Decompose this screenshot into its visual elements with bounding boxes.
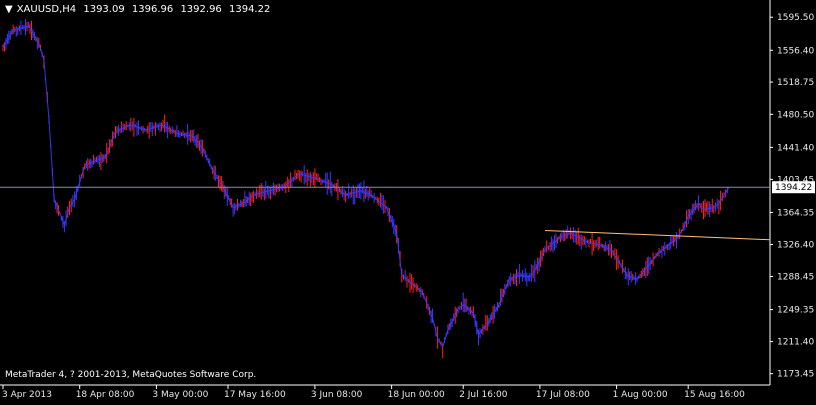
x-tick-label: 2 Jul 16:00 <box>459 390 508 400</box>
y-tick-label: 1249.35 <box>777 306 814 316</box>
current-price-label: 1394.22 <box>775 183 812 193</box>
close-value: 1394.22 <box>228 4 271 15</box>
x-tick-label: 1 Aug 00:00 <box>613 390 668 400</box>
y-tick-label: 1326.40 <box>777 240 814 250</box>
copyright-text: MetaTrader 4, ? 2001-2013, MetaQuotes So… <box>5 370 257 380</box>
high-value: 1396.96 <box>131 4 174 15</box>
x-tick-label: 17 May 16:00 <box>224 390 286 400</box>
x-tick-label: 3 Apr 2013 <box>2 390 52 400</box>
x-tick-label: 15 Aug 16:00 <box>684 390 745 400</box>
price-chart[interactable]: 1595.501556.401518.751480.501441.401403.… <box>0 0 816 401</box>
symbol-label: XAUUSD,H4 <box>16 4 77 15</box>
y-tick-label: 1441.40 <box>777 143 814 153</box>
y-tick-label: 1173.45 <box>777 370 814 380</box>
y-tick-label: 1288.45 <box>777 273 814 283</box>
low-value: 1392.96 <box>180 4 222 15</box>
y-tick-label: 1480.50 <box>777 110 814 120</box>
chart-title: ▼ XAUUSD,H4 1393.09 1396.96 1392.96 1394.… <box>5 4 274 15</box>
y-tick-label: 1518.75 <box>777 78 814 88</box>
x-tick-label: 3 May 00:00 <box>152 390 208 400</box>
chart-window[interactable]: 1595.50 1556.40 1518.75 1480.50 1441.40 1403.… <box>0 0 816 401</box>
y-tick-label: 1211.40 <box>777 338 814 348</box>
x-tick-label: 17 Jul 08:00 <box>536 390 590 400</box>
chart-menu-icon[interactable]: ▼ <box>5 4 13 15</box>
x-tick-label: 18 Jun 00:00 <box>388 390 445 400</box>
price-series-line <box>2 25 730 349</box>
y-tick-label: 1364.35 <box>777 208 814 218</box>
x-tick-label: 3 Jun 08:00 <box>311 390 363 400</box>
x-tick-label: 18 Apr 08:00 <box>76 390 135 400</box>
open-value: 1393.09 <box>83 4 125 15</box>
y-tick-label: 1595.50 <box>777 13 814 23</box>
y-tick-label: 1556.40 <box>777 46 814 56</box>
